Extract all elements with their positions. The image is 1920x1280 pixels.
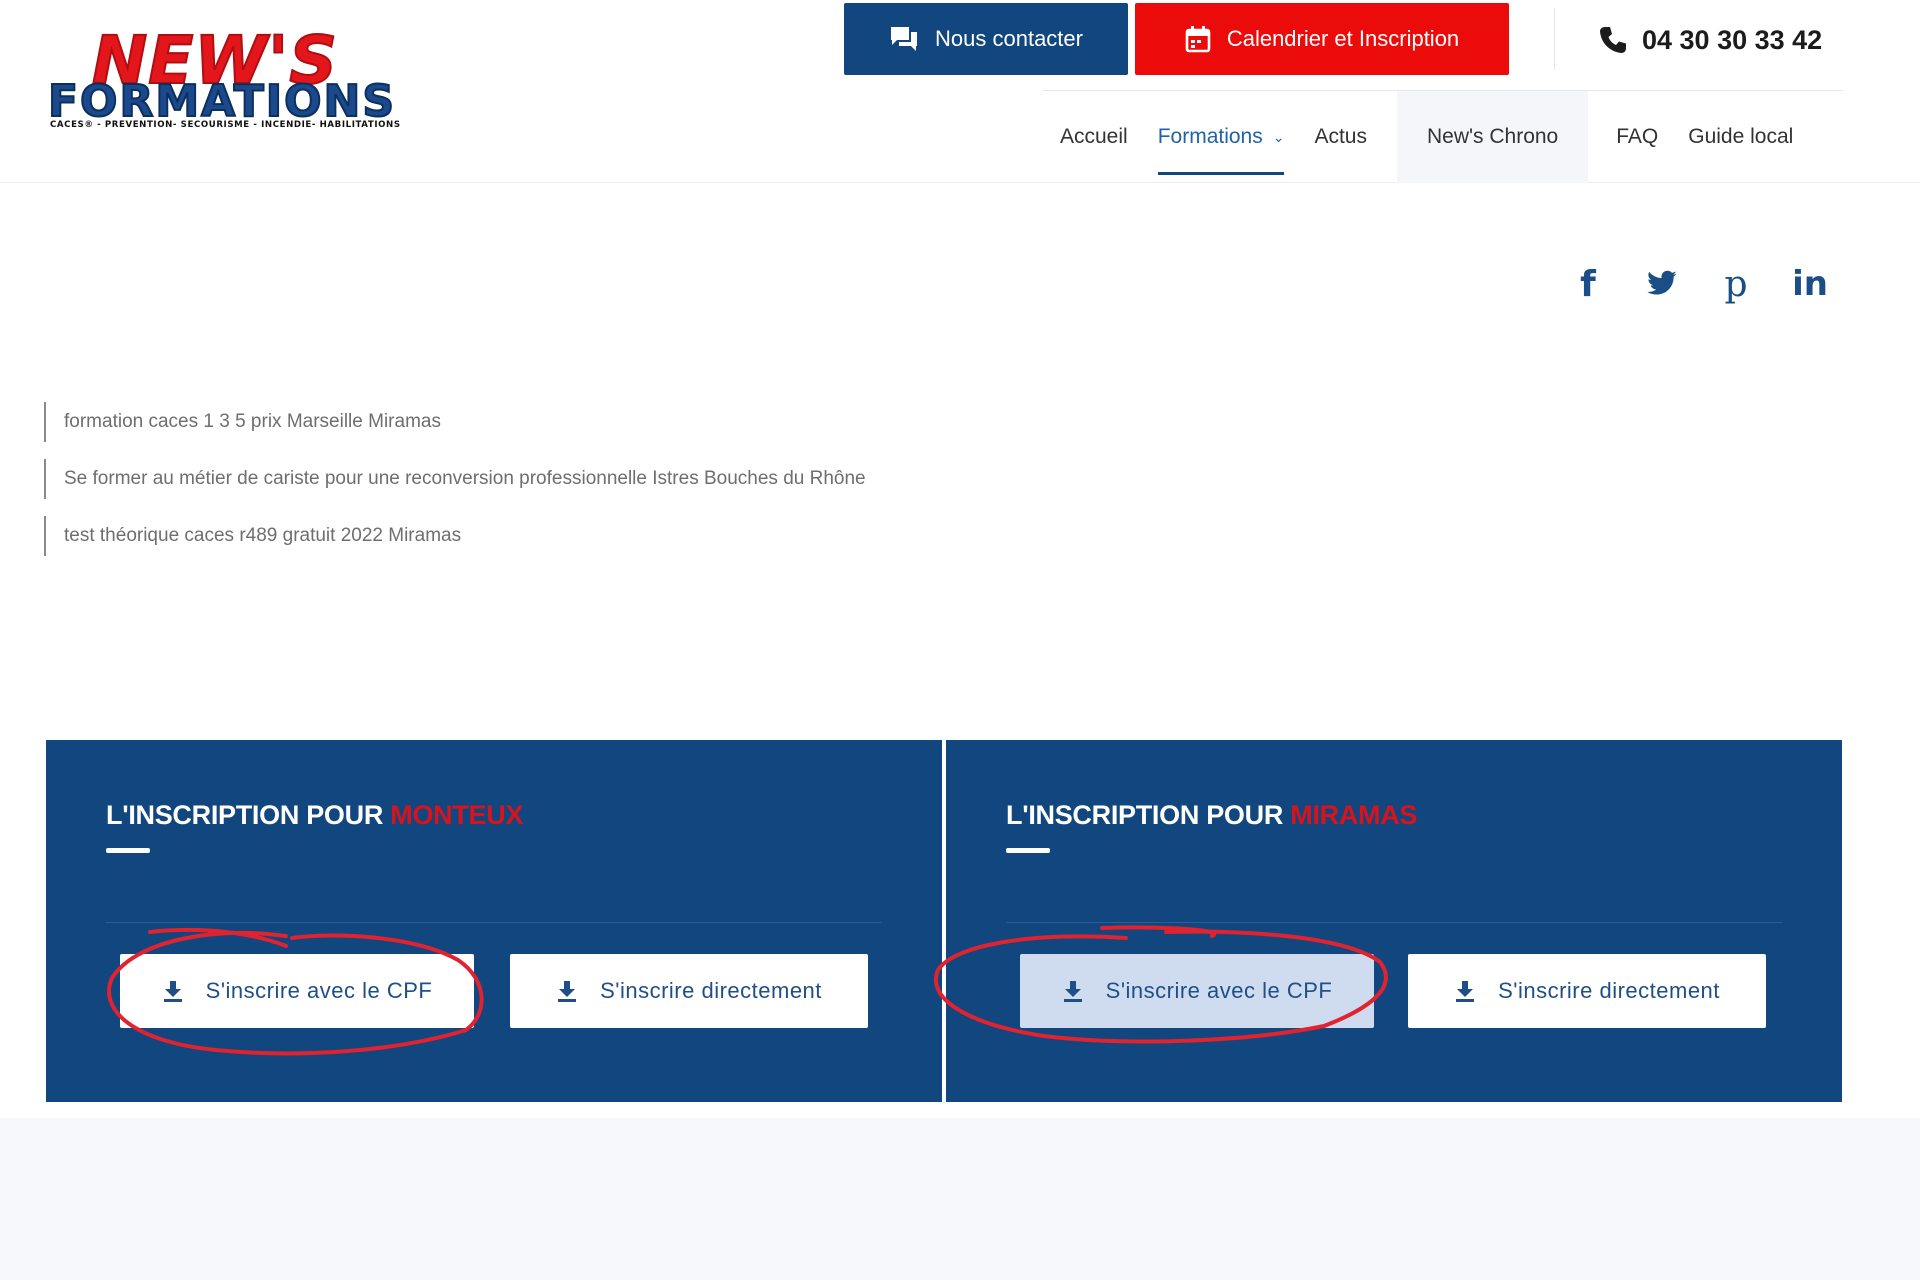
footer-band — [0, 1118, 1920, 1280]
twitter-icon — [1647, 270, 1677, 295]
related-link[interactable]: Se former au métier de cariste pour une … — [44, 459, 866, 499]
direct-register-button[interactable]: S'inscrire directement — [510, 954, 868, 1028]
linkedin-icon: in — [1792, 264, 1828, 304]
facebook-share-button[interactable]: f — [1566, 262, 1610, 306]
contact-button[interactable]: Nous contacter — [844, 3, 1128, 75]
logo-tagline: CACES® - PREVENTION- SECOURISME - INCEND… — [50, 120, 401, 130]
linkedin-share-button[interactable]: in — [1788, 262, 1832, 306]
nav-item-news-chrono[interactable]: New's Chrono — [1397, 91, 1589, 183]
download-icon — [163, 981, 182, 1002]
nav-item-accueil[interactable]: Accueil — [1060, 91, 1128, 183]
direct-register-button[interactable]: S'inscrire directement — [1408, 954, 1766, 1028]
phone-number-link[interactable]: 04 30 30 33 42 — [1598, 18, 1822, 62]
contact-button-label: Nous contacter — [935, 26, 1083, 51]
cpf-register-button[interactable]: S'inscrire avec le CPF — [1020, 954, 1374, 1028]
related-links-list: formation caces 1 3 5 prix Marseille Mir… — [44, 402, 866, 573]
panel-divider — [106, 922, 882, 923]
calendar-button-label: Calendrier et Inscription — [1226, 26, 1460, 51]
chevron-down-icon: ⌄ — [1272, 128, 1285, 145]
main-nav: Accueil Formations ⌄ Actus New's Chrono … — [1060, 91, 1793, 183]
phone-number: 04 30 30 33 42 — [1642, 24, 1823, 55]
panel-city: MIRAMAS — [1290, 800, 1418, 830]
calendar-icon — [1185, 26, 1211, 53]
panel-title: L'INSCRIPTION POUR MIRAMAS — [1006, 800, 1418, 830]
nav-item-formations[interactable]: Formations ⌄ — [1157, 91, 1285, 183]
nav-item-guide-local[interactable]: Guide local — [1688, 91, 1793, 183]
site-header: NEW'S FORMATIONS CACES® - PREVENTION- SE… — [0, 0, 1920, 183]
panel-title: L'INSCRIPTION POUR MONTEUX — [106, 800, 524, 830]
title-underline — [1006, 848, 1050, 853]
cpf-register-button[interactable]: S'inscrire avec le CPF — [120, 954, 474, 1028]
related-link[interactable]: test théorique caces r489 gratuit 2022 M… — [44, 516, 866, 556]
twitter-share-button[interactable] — [1640, 262, 1684, 306]
title-underline — [106, 848, 150, 853]
nav-item-faq[interactable]: FAQ — [1616, 91, 1658, 183]
phone-icon — [1600, 27, 1626, 53]
download-icon — [558, 981, 577, 1002]
site-logo[interactable]: NEW'S FORMATIONS CACES® - PREVENTION- SE… — [47, 27, 434, 136]
inscription-panel-monteux: L'INSCRIPTION POUR MONTEUX S'inscrire av… — [46, 740, 942, 1102]
related-link[interactable]: formation caces 1 3 5 prix Marseille Mir… — [44, 402, 866, 442]
inscription-panel-miramas: L'INSCRIPTION POUR MIRAMAS S'inscrire av… — [946, 740, 1842, 1102]
calendar-inscription-button[interactable]: Calendrier et Inscription — [1135, 3, 1509, 75]
download-icon — [1456, 981, 1475, 1002]
logo-wordmark-bottom: FORMATIONS — [47, 76, 397, 127]
panel-divider — [1006, 922, 1782, 923]
panel-city: MONTEUX — [390, 800, 524, 830]
pinterest-share-button[interactable]: p — [1714, 262, 1758, 306]
download-icon — [1063, 981, 1082, 1002]
chat-icon — [891, 27, 918, 51]
pinterest-icon: p — [1724, 263, 1748, 305]
header-divider — [1554, 8, 1555, 70]
facebook-icon: f — [1580, 263, 1596, 305]
nav-item-actus[interactable]: Actus — [1314, 91, 1367, 183]
